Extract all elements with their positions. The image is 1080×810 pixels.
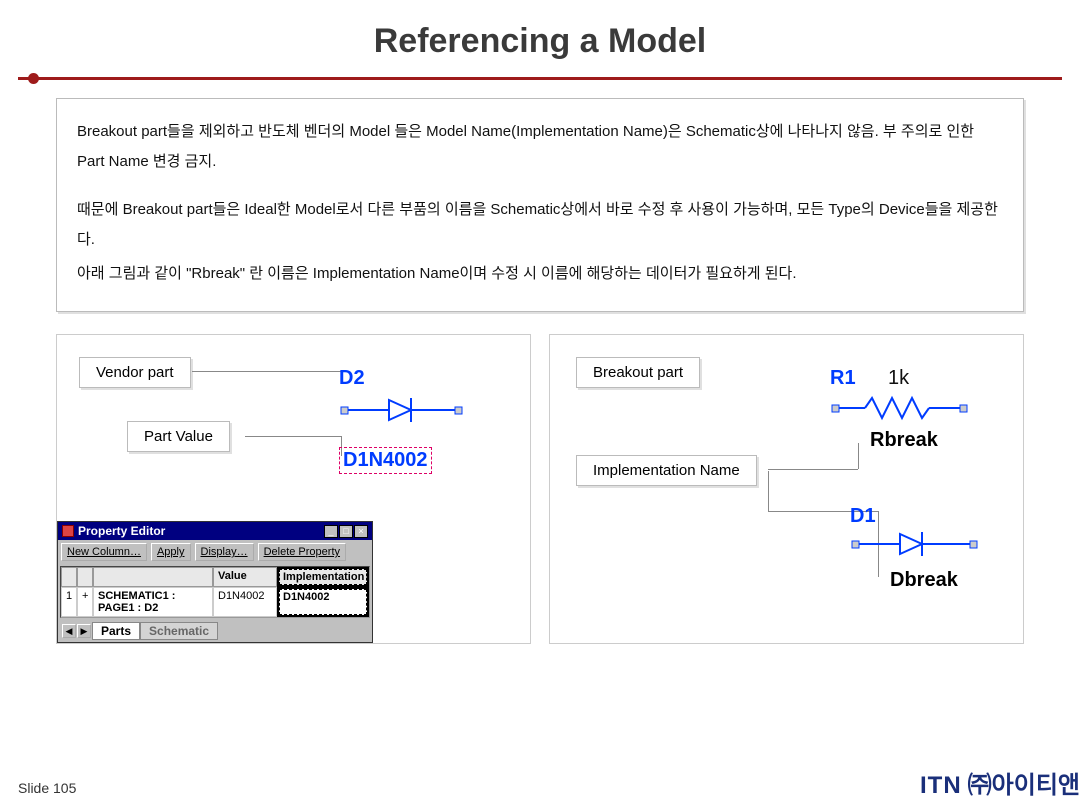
table-row[interactable]: 1 + SCHEMATIC1 : PAGE1 : D2 D1N4002 D1N4… [61,587,369,617]
diode-value: D1N4002 [339,447,432,474]
breakout-panel: Breakout part Implementation Name R1 1k … [549,334,1024,644]
info-box: Breakout part들을 제외하고 반도체 벤더의 Model 들은 Mo… [56,98,1024,312]
brand-korean: ㈜아이티앤 [968,765,1080,800]
part-value-label: Part Value [127,421,230,452]
dbreak-ref: D1 [850,505,1050,528]
expand-icon[interactable]: + [77,587,93,617]
row-number: 1 [61,587,77,617]
tab-bar: ◀ ▶ Parts Schematic [58,620,372,642]
breakout-part-label: Breakout part [576,357,700,388]
property-editor-window: Property Editor _ □ × New Column… Apply … [57,521,373,643]
app-icon [62,525,74,537]
scroll-right-button[interactable]: ▶ [77,624,91,638]
resistor-break-name: Rbreak [870,429,938,452]
dbreak-schematic: D1 Dbreak [850,505,1050,562]
leader-line [858,443,859,469]
new-column-button[interactable]: New Column… [61,543,147,561]
implementation-name-label: Implementation Name [576,455,757,486]
leader-line [768,471,769,511]
delete-property-button[interactable]: Delete Property [258,543,346,561]
diode-icon [850,528,1000,562]
title-rule [18,77,1062,80]
row-value[interactable]: D1N4002 [213,587,277,617]
row-implementation[interactable]: D1N4002 [277,587,369,617]
resistor-value: 1k [888,367,909,389]
row-name: SCHEMATIC1 : PAGE1 : D2 [93,587,213,617]
toolbar: New Column… Apply Display… Delete Proper… [58,540,372,564]
resistor-icon [830,392,1000,426]
info-p3: 아래 그림과 같이 "Rbreak" 란 이름은 Implementation … [77,259,1003,289]
header-value[interactable]: Value [213,567,277,587]
scroll-left-button[interactable]: ◀ [62,624,76,638]
leader-line [192,371,342,372]
header-blank [61,567,77,587]
property-grid: Value Implementation 1 + SCHEMATIC1 : PA… [60,566,370,618]
window-titlebar: Property Editor _ □ × [58,522,372,540]
window-title: Property Editor [78,524,320,538]
info-p1: Breakout part들을 제외하고 반도체 벤더의 Model 들은 Mo… [77,117,1003,177]
apply-button[interactable]: Apply [151,543,191,561]
maximize-button[interactable]: □ [339,525,353,538]
footer-brand: ITN ㈜아이티앤 [920,765,1080,800]
resistor-schematic: R1 1k Rbreak [830,367,1030,426]
tab-parts[interactable]: Parts [92,622,140,640]
leader-line [768,469,858,470]
minimize-button[interactable]: _ [324,525,338,538]
brand-itn: ITN [920,772,962,800]
vendor-part-label: Vendor part [79,357,191,388]
dbreak-name: Dbreak [890,569,958,592]
display-button[interactable]: Display… [195,543,254,561]
vendor-panel: Vendor part Part Value D2 D1N4002 Proper… [56,334,531,644]
diode-ref: D2 [339,367,519,390]
header-implementation[interactable]: Implementation [277,567,369,587]
slide-number: Slide 105 [18,780,76,796]
diode-schematic: D2 D1N4002 [339,367,519,433]
header-name [93,567,213,587]
diode-icon [339,394,479,428]
header-expand [77,567,93,587]
leader-line [245,436,341,437]
page-title: Referencing a Model [0,0,1080,77]
tab-schematic[interactable]: Schematic [140,622,218,640]
resistor-ref: R1 [830,367,856,390]
info-p2: 때문에 Breakout part들은 Ideal한 Model로서 다른 부품… [77,195,1003,255]
close-button[interactable]: × [354,525,368,538]
